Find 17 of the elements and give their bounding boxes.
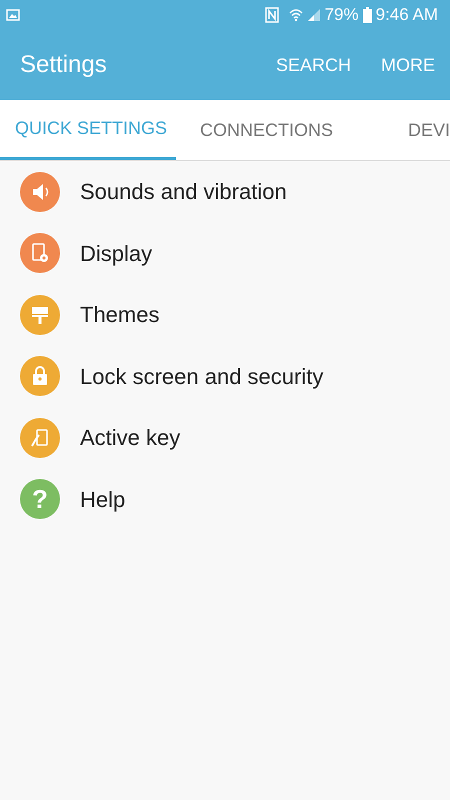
image-icon [6, 9, 20, 21]
battery-percentage: 79% [324, 4, 359, 26]
tab[interactable]: DEVI [393, 100, 450, 160]
menu-item[interactable]: Lock screen and security [80, 360, 324, 393]
signal-icon [306, 8, 321, 22]
app-title: Settings [20, 50, 108, 80]
clock: 9:46 AM [376, 4, 438, 26]
menu-item[interactable]: Themes [80, 298, 160, 332]
nfc-icon [264, 7, 279, 23]
menu-item[interactable]: Help [80, 482, 126, 516]
menu-item[interactable]: Sounds and vibration [80, 175, 287, 208]
help-icon: ? [20, 479, 60, 520]
menu-item[interactable]: Active key [80, 421, 180, 454]
menu-item[interactable]: Display [80, 236, 152, 270]
battery-icon [362, 7, 372, 23]
tab[interactable]: CONNECTIONS [185, 100, 343, 160]
wifi-icon [288, 7, 303, 23]
